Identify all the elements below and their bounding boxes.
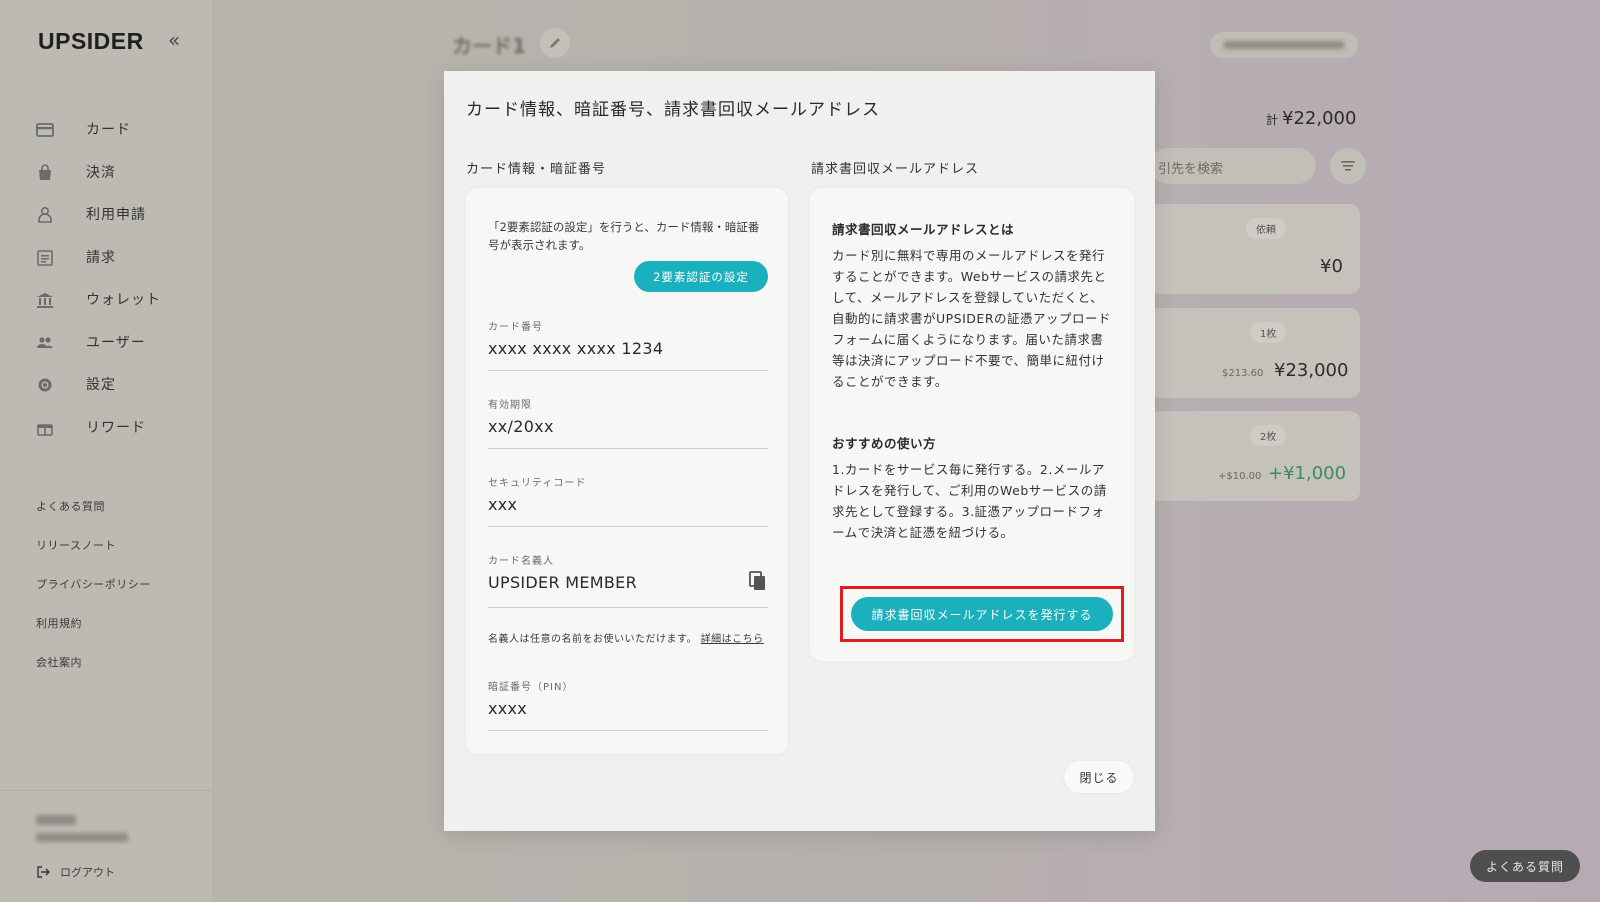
sidebar-item-label: ユーザー [86,334,146,351]
expiry-field: 有効期限 xx/20xx [488,396,768,449]
holder-details-link[interactable]: 詳細はこちら [701,634,764,645]
bank-icon [36,291,54,309]
sidebar-nav: カード 決済 利用申請 請求 ウォレット ユーザー 設定 リワード [36,108,161,448]
card-info-modal: カード情報、暗証番号、請求書回収メールアドレス カード情報・暗証番号 請求書回収… [444,71,1155,831]
close-button[interactable]: 閉じる [1064,761,1134,793]
modal-title: カード情報、暗証番号、請求書回収メールアドレス [466,100,880,120]
sidebar-item-invoices[interactable]: 請求 [36,236,161,279]
filter-button[interactable] [1330,148,1366,184]
logout-label: ログアウト [60,866,115,879]
cvc-field: セキュリティコード xxx [488,474,768,527]
total-prefix: 計 [1266,113,1279,127]
holder-note: 名義人は任意の名前をお使いいただけます。 詳細はこちら [488,632,770,648]
sidebar-item-payments[interactable]: 決済 [36,151,161,194]
filter-icon [1341,161,1355,171]
issue-email-button[interactable]: 請求書回収メールアドレスを発行する [851,597,1113,631]
holder-label: カード名義人 [488,556,554,567]
sidebar-item-users[interactable]: ユーザー [36,321,161,364]
sidebar-item-label: リワード [86,419,146,436]
sidebar-item-rewards[interactable]: リワード [36,406,161,449]
list-item[interactable]: 2枚 +$10.00 +¥1,000 [1150,411,1360,501]
pin-value: xxxx [488,699,528,718]
blurred-text [1224,41,1344,49]
sidebar-item-wallet[interactable]: ウォレット [36,278,161,321]
logout-icon [37,866,50,878]
account-company-blurred [36,833,128,842]
search-input[interactable]: 引先を検索 [1150,148,1316,184]
card-count-pill: 1枚 [1250,322,1287,343]
link-release-notes[interactable]: リリースノート [36,537,151,576]
sidebar-item-requests[interactable]: 利用申請 [36,193,161,236]
card-count-pill: 2枚 [1250,425,1287,446]
expiry-value: xx/20xx [488,417,554,436]
collapse-sidebar-icon[interactable]: « [168,28,180,52]
card-info-panel: 「2要素認証の設定」を行うと、カード情報・暗証番号が表示されます。 2要素認証の… [466,188,788,754]
holder-value: UPSIDER MEMBER [488,573,637,592]
request-pill[interactable]: 依頼 [1246,218,1286,239]
usage-heading: おすすめの使い方 [832,436,937,451]
pin-field: 暗証番号（PIN） xxxx [488,678,768,731]
app-logo[interactable]: UPSIDER [38,28,144,55]
card-title-blurred: カード1 [452,34,526,58]
amount: +¥1,000 [1268,463,1347,484]
cvc-value: xxx [488,495,518,514]
holder-note-text: 名義人は任意の名前をお使いいただけます。 [488,634,697,645]
sidebar-item-label: 利用申請 [86,207,146,224]
highlight-box: 請求書回収メールアドレスを発行する [840,586,1124,642]
twofa-setup-button[interactable]: 2要素認証の設定 [634,261,768,292]
holder-field: カード名義人 UPSIDER MEMBER [488,552,768,608]
gift-icon [36,419,54,436]
sidebar-item-label: 請求 [86,249,116,266]
email-section-title: 請求書回収メールアドレス [811,162,980,177]
account-area [0,790,214,902]
top-right-blurred-info [1210,32,1358,58]
cvc-label: セキュリティコード [488,478,587,489]
link-privacy-policy[interactable]: プライバシーポリシー [36,576,151,615]
sidebar-item-label: ウォレット [86,292,161,309]
account-name-blurred [36,815,76,825]
list-item[interactable]: 依頼 ¥0 [1150,204,1360,294]
pin-label: 暗証番号（PIN） [488,682,574,693]
amount: ¥23,000 [1274,360,1349,381]
link-faq[interactable]: よくある質問 [36,498,151,537]
sidebar-item-settings[interactable]: 設定 [36,363,161,406]
foreign-amount: +$10.00 [1218,471,1262,482]
edit-title-button[interactable] [540,28,570,58]
sidebar-item-label: カード [86,122,131,139]
amount: ¥0 [1320,256,1343,277]
bag-icon [36,164,54,180]
expiry-label: 有効期限 [488,400,532,411]
usage-text: 1.カードをサービス毎に発行する。2.メールアドレスを発行して、ご利用のWebサ… [832,462,1107,540]
about-heading: 請求書回収メールアドレスとは [832,222,1015,237]
about-text: カード別に無料で専用のメールアドレスを発行することができます。Webサービスの請… [832,248,1112,389]
pencil-icon [550,38,560,48]
foreign-amount: $213.60 [1222,368,1264,379]
users-icon [36,334,54,350]
card-number-label: カード番号 [488,322,543,333]
sidebar-item-card[interactable]: カード [36,108,161,151]
twofa-notice: 「2要素認証の設定」を行うと、カード情報・暗証番号が表示されます。 [488,220,760,252]
list-item[interactable]: 1枚 $213.60 ¥23,000 [1150,308,1360,398]
copy-icon[interactable] [748,570,768,592]
total-amount: 計 ¥22,000 [1266,108,1356,129]
card-number-field: カード番号 xxxx xxxx xxxx 1234 [488,318,768,371]
total-value: ¥22,000 [1282,108,1357,129]
card-icon [36,121,54,138]
card-info-section-title: カード情報・暗証番号 [466,162,607,177]
link-company[interactable]: 会社案内 [36,654,151,693]
faq-float-button[interactable]: よくある質問 [1470,850,1580,882]
link-terms[interactable]: 利用規約 [36,615,151,654]
logout-button[interactable]: ログアウト [36,864,115,880]
sidebar-item-label: 設定 [86,377,116,394]
user-request-icon [36,206,54,224]
sidebar: UPSIDER « カード 決済 利用申請 請求 ウォレット ユーザー 設定 リ… [0,0,214,902]
sidebar-item-label: 決済 [86,164,116,181]
card-number-value: xxxx xxxx xxxx 1234 [488,339,664,358]
sidebar-links: よくある質問 リリースノート プライバシーポリシー 利用規約 会社案内 [36,498,151,693]
gear-icon [36,376,54,392]
invoice-icon [36,249,54,266]
